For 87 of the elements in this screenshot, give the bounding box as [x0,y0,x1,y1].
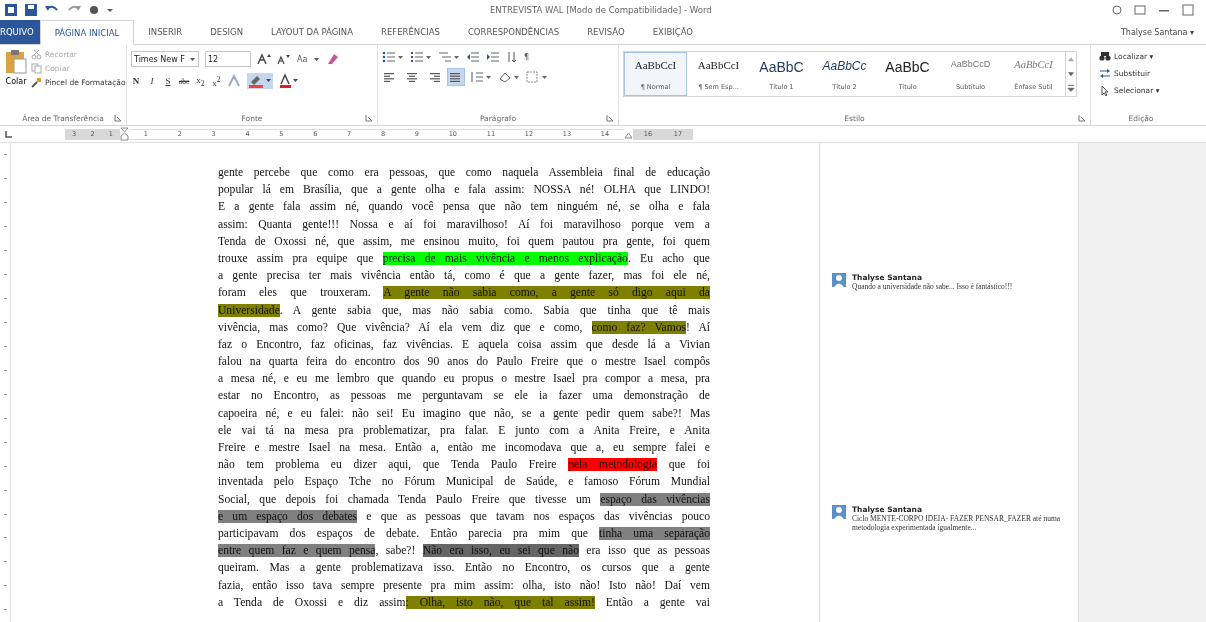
font-color-icon[interactable] [279,73,300,89]
ribbon-tab[interactable]: DESIGN [196,20,257,44]
ribbon-tab[interactable]: REVISÃO [573,20,639,44]
text-line: a gente precisa ter mais vivência então tá, como é que a gente fazer, mas foi ele né, [218,268,710,285]
save-icon[interactable] [24,3,38,17]
text-line: a Tenda de Oxossi e diz assim: Olha, isto não, que tal assim! Então a gente vai [218,594,710,611]
text-line: capoeira né, e eu falei: não sei! Eu imagino que não, se a gente pedir quem sabe?! Mas [218,405,710,422]
format-button[interactable]: S [163,76,173,86]
align-right-icon [427,71,441,83]
indent-marker-icon[interactable] [120,127,129,141]
text-line: popular lá em Brasília, que a gente olha e fala assim: NOSSA né! OLHA que LINDO! [218,182,710,199]
paintbrush-icon [31,77,42,88]
format-button[interactable]: I [147,76,157,86]
window-title: ENTREVISTA WAL [Modo de Compatibilidade] - Word [490,5,713,15]
replace-icon [1099,68,1111,79]
ribbon-options-icon[interactable] [1134,4,1146,16]
dialog-launcher-icon[interactable] [606,114,614,122]
ribbon-tab[interactable]: LAYOUT DA PÁGINA [257,20,368,44]
shrink-font-icon[interactable] [277,53,291,65]
text-line: assim: Quanta gente!!! Nossa e aí foi maravilhoso! Aí foi maravilhoso porque vem a [218,216,710,233]
font-name-field[interactable]: Times New F [131,51,199,67]
increase-indent-icon[interactable] [486,51,500,63]
text-line: Universidade. A gente sabia que, mas não sabia como. Sabia que tinha que tê mais [218,302,710,319]
ribbon-tab[interactable]: PÁGINA INICIAL [39,20,135,45]
ribbon-tab[interactable]: EXIBIÇÃO [638,20,708,44]
text-line: Social, que depois foi chamada Tenda Paulo Freire que tivesse um espaço das vivências [218,491,710,508]
highlighter-icon[interactable] [247,73,274,89]
bullet-list-icon[interactable] [382,51,404,63]
text-line: Freire e mestre Isael na mesa. Então a, então me incomodava que a, eu sempre falei e [218,440,710,456]
shading-icon[interactable] [498,71,520,83]
user-account-button[interactable]: Thalyse Santana ▾ [1108,20,1206,44]
clear-formatting-icon[interactable] [326,53,341,65]
copy-icon [31,63,42,74]
text-line: participavam dos espaços de debate. Então parecia pra mim que tinha uma separação [218,525,710,542]
dialog-launcher-icon[interactable] [365,114,373,122]
caret-icon[interactable] [313,55,321,63]
dialog-launcher-icon[interactable] [1078,114,1086,122]
text-line: não tem problema eu dizer aqui, que Tenda Paulo Freire pela metodologia que foi [218,457,710,474]
grow-font-icon[interactable] [257,53,271,65]
text-line: vivência, mas como? Que vivência? Aí ela vem diz que e como, como faz? Vamos! Aí [218,319,710,336]
line-spacing-icon[interactable] [470,71,492,83]
ribbon-tab[interactable]: INSERIR [134,20,197,44]
align-left-icon [383,71,397,83]
format-button[interactable]: N [131,76,141,86]
decrease-indent-icon[interactable] [466,51,480,63]
text-line: inventada pelo Espaço Tche no Fórum Municipal de Saúde, e famoso Fórum Mundial [218,474,710,491]
dialog-launcher-icon[interactable] [114,114,122,122]
ribbon-tab[interactable]: REFERÊNCIAS [367,20,454,44]
text-line: falou na quarta feira do encontro dos 90 anos do Paulo Freire que o mestre Isael compôs [218,354,710,371]
text-line: e um espaço dos debates e que as pessoas que tavam nos espaços das vivências pouco [218,508,710,525]
avatar-icon [832,505,846,519]
show-formatting-button[interactable]: ¶ [524,52,530,62]
borders-icon[interactable] [526,71,548,83]
text-line: a mesa né, e eu me lembro que quando eu propus o mestre Isael pra compor a mesa, pra [218,371,710,388]
text-line: entre quem faz e quem pensa, sabe?! Não era isso, eu sei que não era isso que as pessoas [218,543,710,560]
text-line: faz o Encontro, faz oficinas, faz vivências. E aquela coisa assim que desde lá a Vivian [218,336,710,353]
text-line: ele vai tá na mesa pra problematizar, pra falar. E junto com a Anita Freire, e Anita [218,422,710,439]
format-button[interactable]: x$^{2}$ [211,74,222,88]
text-line: fazia, então isso tava sempre presente pra mim assim: olha, isto não! Isto não! Daí vem [218,577,710,594]
align-justify-icon [449,71,463,83]
font-size-field[interactable]: 12 [205,51,251,67]
text-line: foram eles que trouxeram. A gente não sabia como, a gente só digo aqui da [218,285,710,302]
avatar-icon [832,273,846,287]
tab-selector-icon[interactable] [4,129,14,139]
cursor-icon [1099,85,1111,96]
text-line: gente percebe que como era pessoas, que como naquela Assembleia final de educação [218,165,710,181]
scissors-icon [31,49,42,60]
numbered-list-icon[interactable] [410,51,432,63]
ribbon-tab[interactable]: CORRESPONDÊNCIAS [453,20,574,44]
change-case-button[interactable]: Aa [297,54,308,64]
align-button[interactable] [448,69,464,85]
sort-icon[interactable] [506,51,518,63]
paste-button[interactable]: Colar [4,49,28,111]
text-line: trouxe assim pra equipe que precisa de mais vivência e menos explicação. Eu acho que [218,250,710,267]
caret-icon [189,55,196,63]
align-center-icon [405,71,419,83]
maximize-icon[interactable] [1182,4,1194,16]
text-line: Tenda de Oxossi né, que assim, me ensinou muito, foi quem pautou pra gente, foi quem [218,233,710,250]
clipboard-icon [4,49,28,75]
multilevel-list-icon[interactable] [438,51,460,63]
binoculars-icon [1099,51,1111,62]
format-button[interactable]: x$_{2}$ [195,74,206,88]
text-line: estar no Encontro, as pessoas me perguntavam se ele ia fazer uma demonstração de [218,388,710,405]
file-tab[interactable]: RQUIVO [0,20,40,44]
help-icon[interactable] [1112,4,1122,16]
text-line: E a gente fala assim né, quando você pensa que não tem ninguém né, se olha e fala [218,199,710,216]
text-line: queiram. Mas a gente problematizava isso. Então no Encontro, os cursos que a gente [218,560,710,577]
